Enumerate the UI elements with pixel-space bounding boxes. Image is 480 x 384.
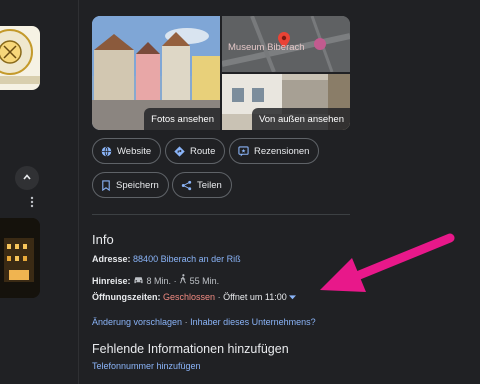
business-logo-thumbnail[interactable] bbox=[0, 26, 40, 90]
missing-info-heading: Fehlende Informationen hinzufügen bbox=[92, 342, 289, 356]
share-label: Teilen bbox=[197, 179, 222, 191]
status-closed: Geschlossen bbox=[163, 292, 216, 302]
address-link[interactable]: 88400 Biberach an der Riß bbox=[133, 254, 241, 264]
street-view-label: Von außen ansehen bbox=[251, 108, 350, 130]
website-button[interactable]: Website bbox=[92, 138, 162, 164]
hours-row: Öffnungszeiten: Geschlossen · Öffnet um … bbox=[92, 292, 297, 302]
share-button[interactable]: Teilen bbox=[172, 172, 232, 198]
opening-time[interactable]: Öffnet um 11:00 bbox=[223, 292, 287, 302]
address-label: Adresse: bbox=[92, 254, 131, 264]
save-label: Speichern bbox=[116, 179, 159, 191]
museum-icon bbox=[314, 38, 326, 50]
add-phone-link[interactable]: Telefonnummer hinzufügen bbox=[92, 361, 201, 371]
section-divider bbox=[92, 214, 350, 215]
chevron-up-icon bbox=[22, 171, 32, 185]
share-icon bbox=[181, 180, 192, 191]
drive-time[interactable]: 8 Min. bbox=[147, 276, 172, 286]
separator-dot: · bbox=[173, 276, 177, 286]
directions-label: Hinreise: bbox=[92, 276, 131, 286]
collapse-button[interactable] bbox=[15, 166, 39, 190]
route-label: Route bbox=[190, 145, 216, 157]
suggestion-links: Änderung vorschlagen · Inhaber dieses Un… bbox=[92, 317, 316, 327]
view-photos-label: Fotos ansehen bbox=[144, 108, 220, 130]
more-options-icon[interactable] bbox=[30, 196, 34, 209]
night-photo-thumbnail[interactable] bbox=[0, 218, 40, 298]
reviews-label: Rezensionen bbox=[254, 145, 310, 157]
save-button[interactable]: Speichern bbox=[92, 172, 169, 198]
directions-row: Hinreise: 8 Min. · 55 Min. bbox=[92, 274, 219, 286]
walk-icon bbox=[179, 274, 190, 286]
hours-dropdown-icon[interactable] bbox=[289, 292, 297, 302]
owner-link[interactable]: Inhaber dieses Unternehmens? bbox=[190, 317, 316, 327]
info-heading: Info bbox=[92, 232, 114, 247]
suggest-edit-link[interactable]: Änderung vorschlagen bbox=[92, 317, 182, 327]
separator-dot-2: · bbox=[217, 292, 221, 302]
left-rail bbox=[0, 0, 78, 384]
reviews-button[interactable]: Rezensionen bbox=[229, 138, 320, 164]
directions-icon bbox=[174, 145, 185, 157]
bookmark-icon bbox=[101, 179, 111, 191]
hours-label: Öffnungszeiten: bbox=[92, 292, 161, 302]
car-icon bbox=[133, 276, 147, 286]
route-button[interactable]: Route bbox=[165, 138, 226, 164]
annotation-arrow-icon bbox=[320, 233, 455, 292]
globe-icon bbox=[101, 146, 112, 157]
website-label: Website bbox=[117, 145, 152, 157]
map-preview[interactable]: Museum Biberach bbox=[222, 16, 350, 72]
map-place-title: Museum Biberach bbox=[228, 42, 305, 53]
walk-time[interactable]: 55 Min. bbox=[190, 276, 220, 286]
separator-dot-3: · bbox=[184, 317, 188, 327]
street-view-preview[interactable]: Von außen ansehen bbox=[222, 74, 350, 130]
photo-grid: Fotos ansehen Museum Biberach Von außen … bbox=[92, 16, 350, 130]
main-photo[interactable]: Fotos ansehen bbox=[92, 16, 220, 130]
panel-divider bbox=[78, 0, 79, 384]
address-row: Adresse: 88400 Biberach an der Riß bbox=[92, 254, 241, 264]
review-icon bbox=[238, 145, 249, 157]
